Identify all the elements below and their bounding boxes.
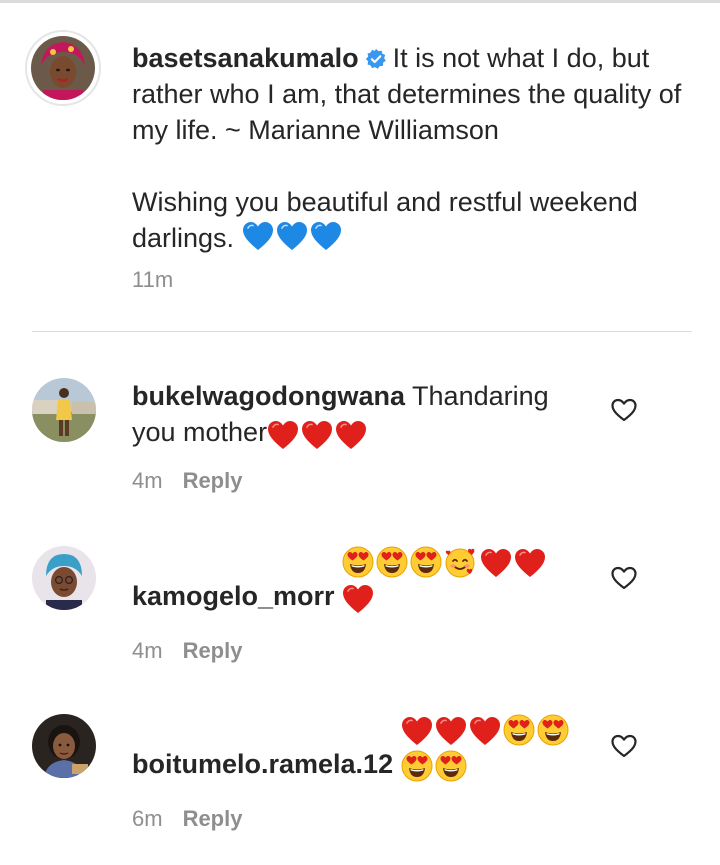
comment-meta: 4m Reply bbox=[132, 638, 242, 664]
avatar-image bbox=[31, 36, 95, 100]
comment-username[interactable]: boitumelo.ramela.12 bbox=[132, 749, 393, 779]
emoji-row bbox=[401, 714, 571, 786]
heart-outline-icon[interactable] bbox=[611, 398, 637, 422]
reply-button[interactable]: Reply bbox=[183, 806, 243, 831]
caption-text-2: Wishing you beautiful and restful weeken… bbox=[132, 187, 638, 253]
commenter-avatar[interactable] bbox=[32, 378, 96, 442]
blue-heart-icon bbox=[276, 221, 308, 251]
post-timestamp: 11m bbox=[132, 267, 174, 292]
verified-badge-icon bbox=[365, 48, 386, 69]
comment-text: bukelwagodongwana Thandaring you mother bbox=[132, 378, 592, 454]
caption-paragraph-2: Wishing you beautiful and restful weeken… bbox=[132, 184, 692, 260]
caption-divider bbox=[32, 331, 692, 332]
commenter-avatar[interactable] bbox=[32, 546, 96, 610]
red-heart-icon bbox=[469, 716, 501, 746]
commenter-avatar[interactable] bbox=[32, 714, 96, 778]
comment-timestamp: 6m bbox=[132, 806, 163, 831]
reply-button[interactable]: Reply bbox=[183, 638, 243, 663]
comment-username[interactable]: bukelwagodongwana bbox=[132, 381, 405, 411]
emoji-row bbox=[342, 546, 548, 618]
comment-timestamp: 4m bbox=[132, 468, 163, 493]
post-author-avatar[interactable] bbox=[25, 30, 101, 106]
comment-text: kamogelo_morr bbox=[132, 546, 592, 618]
red-heart-icon bbox=[514, 548, 546, 578]
heart-eyes-face-icon bbox=[410, 546, 442, 578]
comment-text: boitumelo.ramela.12 bbox=[132, 714, 592, 786]
post-caption: basetsanakumalo It is not what I do, but… bbox=[132, 40, 692, 260]
blue-hearts-emoji-row bbox=[242, 221, 344, 260]
red-heart-icon bbox=[435, 716, 467, 746]
smiling-face-with-hearts-icon bbox=[444, 546, 478, 578]
heart-outline-icon[interactable] bbox=[611, 566, 637, 590]
red-heart-icon bbox=[342, 584, 374, 614]
red-heart-icon bbox=[301, 420, 333, 450]
red-heart-icon bbox=[335, 420, 367, 450]
reply-button[interactable]: Reply bbox=[183, 468, 243, 493]
top-divider bbox=[0, 0, 720, 3]
caption-paragraph-1: basetsanakumalo It is not what I do, but… bbox=[132, 40, 692, 148]
comment-username[interactable]: kamogelo_morr bbox=[132, 581, 335, 611]
heart-outline-icon[interactable] bbox=[611, 734, 637, 758]
heart-eyes-face-icon bbox=[537, 714, 569, 746]
heart-eyes-face-icon bbox=[342, 546, 374, 578]
red-heart-icon bbox=[401, 716, 433, 746]
blue-heart-icon bbox=[242, 221, 274, 251]
comment-timestamp: 4m bbox=[132, 638, 163, 663]
comment-meta: 4m Reply bbox=[132, 468, 242, 494]
red-hearts-emoji-row bbox=[267, 418, 369, 454]
heart-eyes-face-icon bbox=[435, 750, 467, 782]
post-author-username[interactable]: basetsanakumalo bbox=[132, 43, 359, 73]
comment-meta: 6m Reply bbox=[132, 806, 242, 832]
heart-eyes-face-icon bbox=[401, 750, 433, 782]
blue-heart-icon bbox=[310, 221, 342, 251]
red-heart-icon bbox=[267, 420, 299, 450]
heart-eyes-face-icon bbox=[376, 546, 408, 578]
heart-eyes-face-icon bbox=[503, 714, 535, 746]
red-heart-icon bbox=[480, 548, 512, 578]
